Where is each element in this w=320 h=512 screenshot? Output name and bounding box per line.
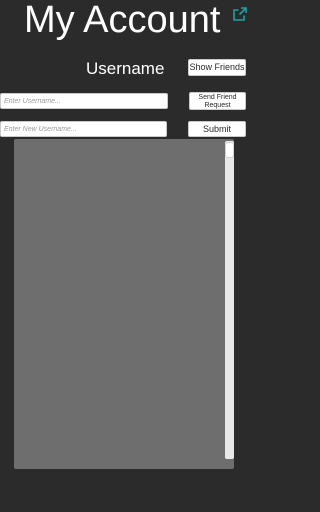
- scrollbar-handle[interactable]: [226, 143, 233, 157]
- scrollbar[interactable]: [225, 141, 234, 459]
- username-label: Username: [86, 59, 165, 78]
- friend-username-input[interactable]: [0, 93, 168, 109]
- new-username-input[interactable]: [0, 121, 167, 137]
- external-link-icon[interactable]: [232, 6, 248, 22]
- page-title: My Account: [24, 0, 221, 41]
- send-friend-request-button[interactable]: Send Friend Request: [189, 92, 246, 110]
- show-friends-button[interactable]: Show Friends: [188, 59, 246, 76]
- friends-list-panel[interactable]: [14, 139, 234, 469]
- submit-button[interactable]: Submit: [188, 121, 246, 137]
